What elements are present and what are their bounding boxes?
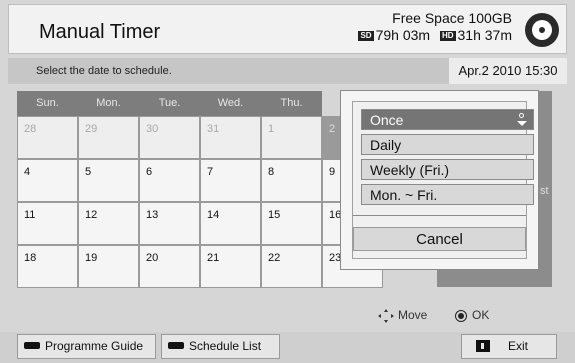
schedule-list-label: Schedule List (189, 339, 262, 353)
date-cell[interactable]: 1 (261, 116, 322, 159)
footer-bar: Programme Guide Schedule List Exit (0, 332, 575, 363)
programme-guide-label: Programme Guide (45, 339, 144, 353)
date-cell[interactable]: 14 (200, 202, 261, 245)
date-cell[interactable]: 30 (139, 116, 200, 159)
option-label: Once (370, 112, 404, 128)
date-cell[interactable]: 15 (261, 202, 322, 245)
divider (353, 215, 526, 216)
side-panel-text: st (540, 185, 549, 197)
exit-key-icon (476, 339, 490, 352)
date-cell[interactable]: 12 (78, 202, 139, 245)
free-space-text: Free Space 100GB (392, 10, 512, 26)
option-once[interactable]: Once (361, 109, 534, 130)
date-cell[interactable]: 5 (78, 159, 139, 202)
weekday-wed: Wed. (200, 91, 261, 116)
ok-hint-label: OK (472, 308, 490, 322)
manual-timer-screen: Manual Timer Free Space 100GB SD 79h 03m … (0, 0, 575, 363)
page-title: Manual Timer (39, 21, 161, 43)
move-arrows-icon (378, 308, 394, 323)
ok-button-icon (455, 309, 467, 322)
date-cell[interactable]: 28 (17, 116, 78, 159)
date-cell[interactable]: 18 (17, 245, 78, 288)
storage-info: Free Space 100GB SD 79h 03m HD 31h 37m (358, 10, 512, 43)
ok-hint: OK (455, 308, 489, 322)
dropdown-arrow-icon (517, 113, 527, 127)
option-daily[interactable]: Daily (361, 134, 534, 155)
date-cell[interactable]: 6 (139, 159, 200, 202)
options-list: Once Daily Weekly (Fri.) Mon. ~ Fri. Can… (352, 101, 534, 259)
current-datetime: Apr.2 2010 15:30 (449, 58, 567, 84)
date-cell[interactable]: 13 (139, 202, 200, 245)
option-weekly[interactable]: Weekly (Fri.) (361, 159, 534, 180)
instruction-text: Select the date to schedule. (36, 65, 172, 77)
key-icon (168, 342, 184, 350)
move-hint-label: Move (398, 308, 428, 322)
schedule-list-button[interactable]: Schedule List (161, 334, 280, 359)
date-cell[interactable]: 7 (200, 159, 261, 202)
weekday-sun: Sun. (17, 91, 78, 116)
move-hint: Move (378, 308, 427, 323)
date-cell[interactable]: 19 (78, 245, 139, 288)
exit-button[interactable]: Exit (461, 334, 557, 359)
date-cell[interactable]: 22 (261, 245, 322, 288)
date-cell[interactable]: 8 (261, 159, 322, 202)
disc-icon (525, 13, 559, 47)
date-cell[interactable]: 4 (17, 159, 78, 202)
programme-guide-button[interactable]: Programme Guide (17, 334, 156, 359)
date-cell[interactable]: 29 (78, 116, 139, 159)
date-cell[interactable]: 31 (200, 116, 261, 159)
sd-time: 79h 03m (375, 27, 431, 43)
instruction-bar: Select the date to schedule. Apr.2 2010 … (8, 58, 567, 84)
repeat-options-popup: Once Daily Weekly (Fri.) Mon. ~ Fri. Can… (340, 90, 539, 270)
date-cell[interactable]: 20 (139, 245, 200, 288)
date-cell[interactable]: 11 (17, 202, 78, 245)
option-mon-fri[interactable]: Mon. ~ Fri. (361, 184, 534, 205)
weekday-thu: Thu. (261, 91, 322, 116)
weekday-tue: Tue. (139, 91, 200, 116)
weekday-mon: Mon. (78, 91, 139, 116)
cancel-button[interactable]: Cancel (353, 227, 526, 251)
exit-label: Exit (508, 339, 529, 353)
hd-badge: HD (439, 31, 456, 42)
hd-time: 31h 37m (457, 27, 512, 43)
sd-badge: SD (358, 31, 374, 42)
header-bar: Manual Timer Free Space 100GB SD 79h 03m … (8, 4, 567, 54)
date-cell[interactable]: 21 (200, 245, 261, 288)
red-key-icon (24, 342, 40, 350)
